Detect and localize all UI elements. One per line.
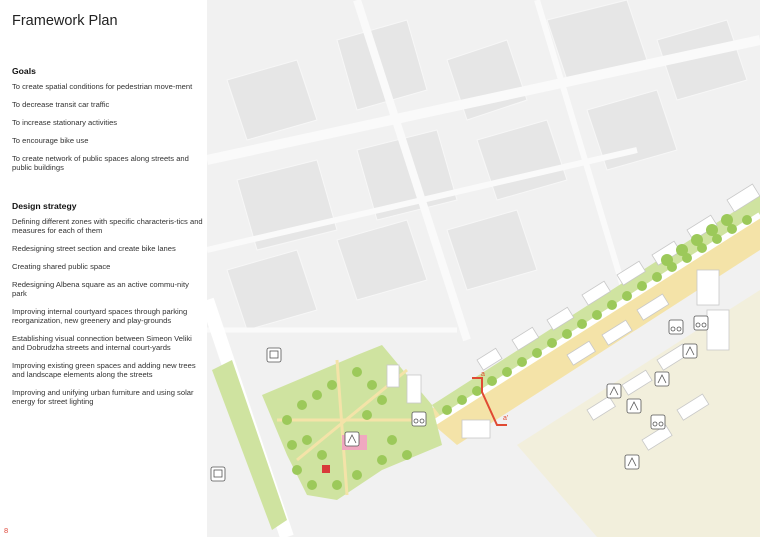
goals-section: Goals To create spatial conditions for p… (12, 66, 204, 181)
framework-plan-map: a a' (207, 0, 760, 537)
bus-stop-icon (210, 466, 226, 482)
bicycle-icon (693, 315, 709, 331)
playground-icon (606, 383, 622, 399)
strategy-item: Defining different zones with specific c… (12, 217, 203, 235)
bicycle-icon (411, 411, 427, 427)
goal-item: To create network of public spaces along… (12, 154, 189, 172)
bicycle-icon (668, 319, 684, 335)
playground-icon (626, 398, 642, 414)
text-panel: Framework Plan Goals To create spatial c… (0, 0, 207, 537)
playground-icon (624, 454, 640, 470)
strategy-item: Redesigning Albena square as an active c… (12, 280, 189, 298)
strategy-item: Improving existing green spaces and addi… (12, 361, 196, 379)
goal-item: To increase stationary activities (12, 118, 118, 127)
playground-icon (344, 431, 360, 447)
strategy-item: Creating shared public space (12, 262, 111, 271)
bus-stop-icon (266, 347, 282, 363)
strategy-item: Redesigning street section and create bi… (12, 244, 176, 253)
goal-item: To decrease transit car traffic (12, 100, 110, 109)
bicycle-icon (650, 414, 666, 430)
page-title: Framework Plan (12, 13, 118, 29)
page-number: 8 (4, 526, 9, 535)
strategy-section: Design strategy Defining different zones… (12, 201, 204, 415)
playground-icon (654, 371, 670, 387)
goals-heading: Goals (12, 66, 36, 76)
strategy-heading: Design strategy (12, 201, 77, 211)
sport-icon (682, 343, 698, 359)
goal-item: To create spatial conditions for pedestr… (12, 82, 193, 91)
section-label-a-prime: a' (503, 415, 508, 422)
red-marker (322, 465, 330, 473)
strategy-item: Establishing visual connection between S… (12, 334, 192, 352)
goal-item: To encourage bike use (12, 136, 89, 145)
section-label-a: a (481, 371, 485, 378)
strategy-item: Improving and unifying urban furniture a… (12, 388, 194, 406)
strategy-item: Improving internal courtyard spaces thro… (12, 307, 188, 325)
